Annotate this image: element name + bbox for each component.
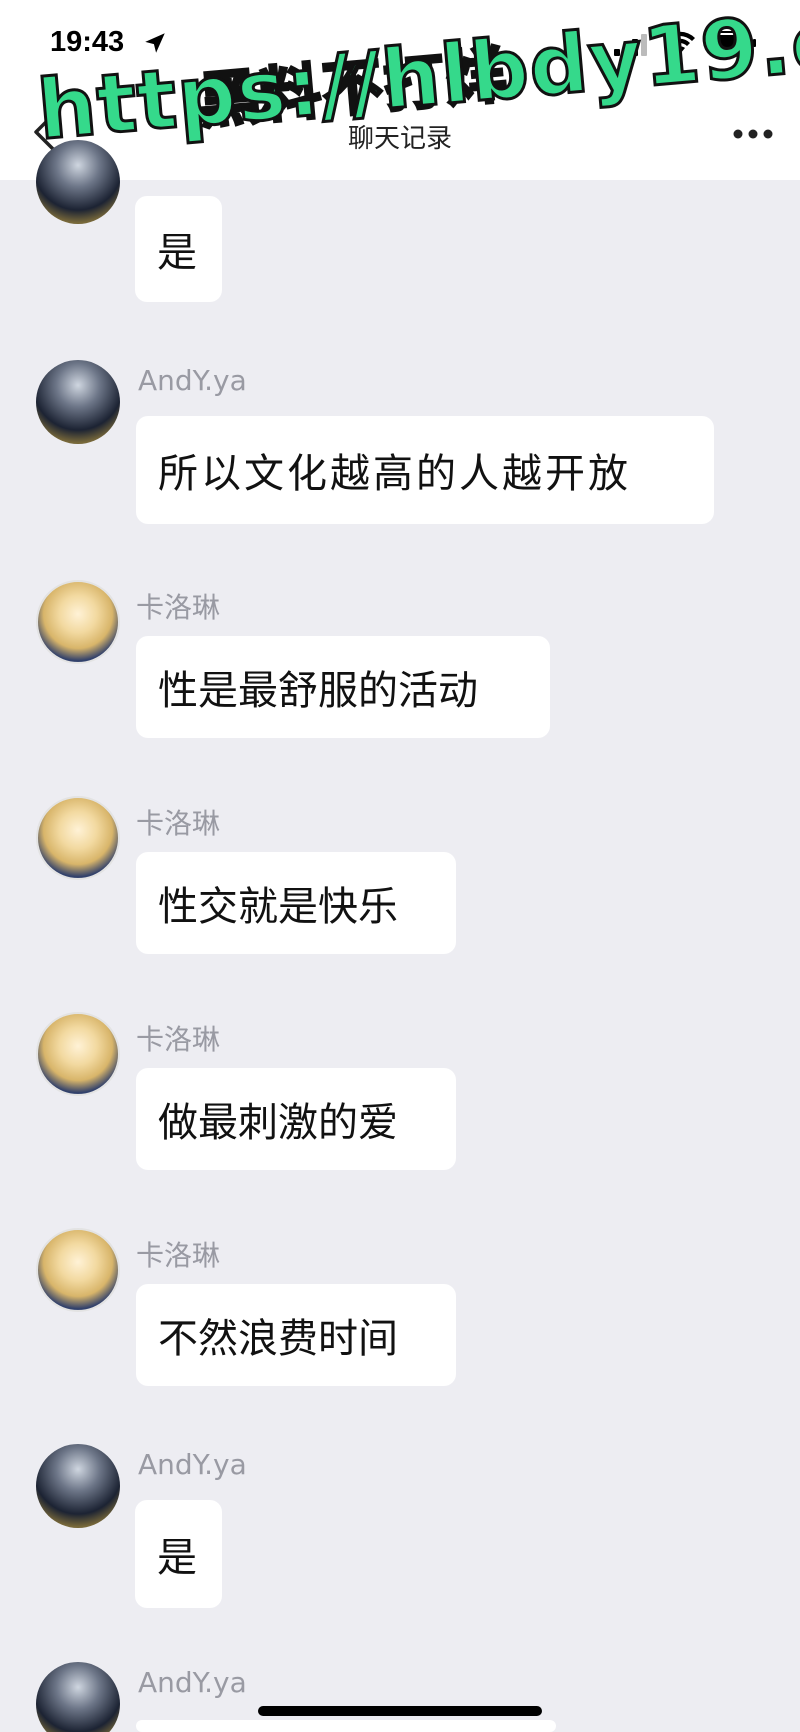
sender-name: AndY.ya [138,364,247,397]
message-bubble: 是 [135,1500,222,1608]
message-bubble: 性交就是快乐 [136,852,456,954]
sender-name: 卡洛琳 [136,1239,221,1272]
home-indicator [258,1706,542,1716]
more-horizontal-icon[interactable] [732,128,774,140]
avatar[interactable] [36,140,120,224]
avatar[interactable] [36,796,120,880]
message-bubble: 不然浪费时间 [136,1284,456,1386]
avatar[interactable] [36,1662,120,1732]
avatar[interactable] [36,580,120,664]
status-time: 19:43 [50,26,125,58]
message-bubble [136,1720,556,1732]
sender-name: AndY.ya [138,1666,247,1699]
sender-name: 卡洛琳 [136,591,221,624]
avatar[interactable] [36,360,120,444]
message-bubble: 是 [135,196,222,302]
message-bubble: 所以文化越高的人越开放 [136,416,714,524]
message-bubble: 做最刺激的爱 [136,1068,456,1170]
avatar[interactable] [36,1012,120,1096]
message-bubble: 性是最舒服的活动 [136,636,550,738]
sender-name: 卡洛琳 [136,1023,221,1056]
avatar[interactable] [36,1444,120,1528]
sender-name: 卡洛琳 [136,807,221,840]
sender-name: AndY.ya [138,1448,247,1481]
avatar[interactable] [36,1228,120,1312]
